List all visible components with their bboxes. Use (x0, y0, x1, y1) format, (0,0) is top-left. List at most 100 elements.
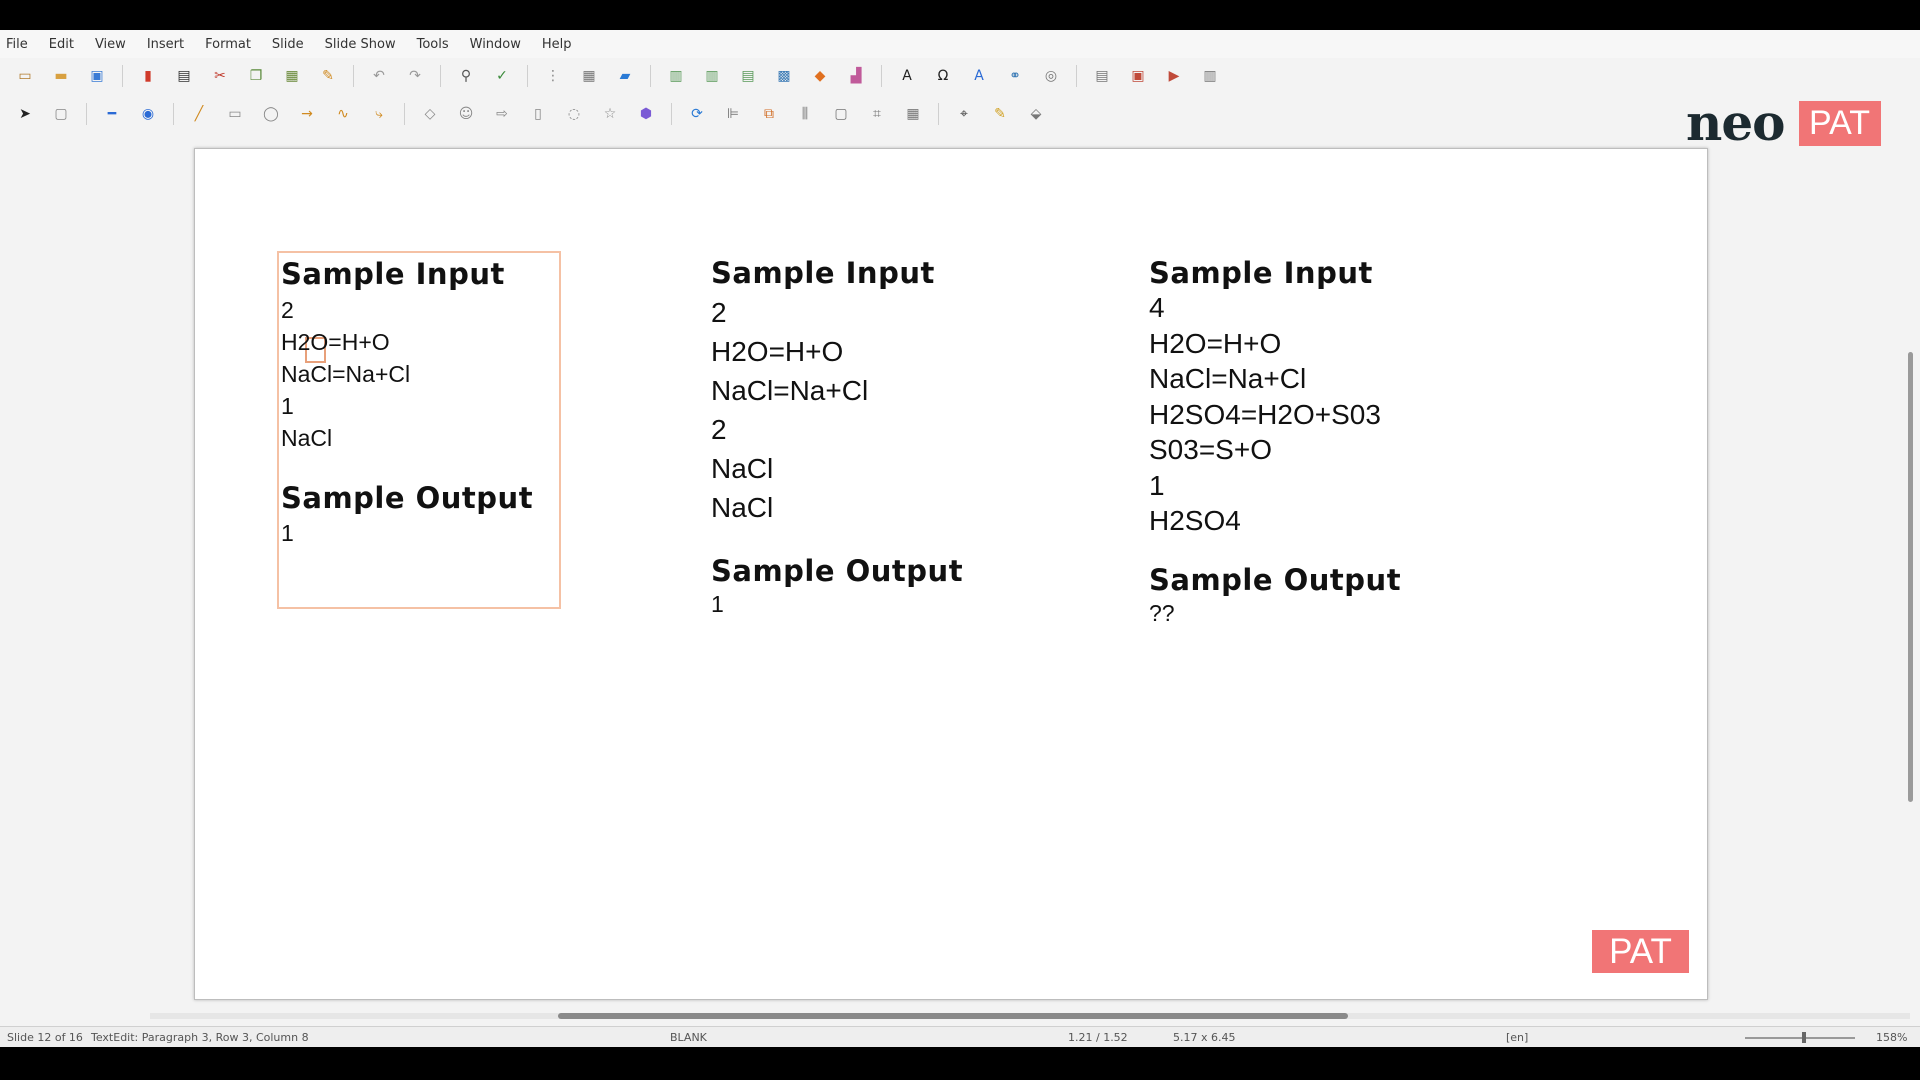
fontwork-text-icon[interactable]: A (896, 65, 918, 87)
find-replace-icon[interactable]: ⚲ (455, 65, 477, 87)
zoom-slider-knob[interactable] (1802, 1032, 1806, 1043)
status-language[interactable]: [en] (1506, 1031, 1528, 1044)
status-zoom[interactable]: 158% (1876, 1031, 1907, 1044)
shadow-icon[interactable]: ▢ (830, 103, 852, 125)
input-line: NaCl=Na+Cl (1149, 363, 1307, 394)
standard-toolbar: ▭ ▬ ▣ ▮ ▤ ✂ ❐ ▦ ✎ ↶ ↷ ⚲ ✓ ⋮ ▦ ▰ ▥ ▥ ▤ ▩ ◆ ▟ A Ω A ⚭ ◎ ▤ ▣ ▶ ▥ (0, 58, 1920, 94)
rectangle-icon[interactable]: ▭ (224, 103, 246, 125)
menu-insert[interactable]: Insert (147, 37, 184, 52)
table-icon[interactable]: ▦ (578, 65, 600, 87)
undo-icon[interactable]: ↶ (368, 65, 390, 87)
menu-tools[interactable]: Tools (417, 37, 449, 52)
new-slide-icon[interactable]: ▥ (665, 65, 687, 87)
menu-slide[interactable]: Slide (272, 37, 304, 52)
toggle-extrusion-icon[interactable]: ⬙ (1025, 103, 1047, 125)
zoom-icon[interactable]: ▢ (50, 103, 72, 125)
align-icon[interactable]: ⊫ (722, 103, 744, 125)
connector-icon[interactable]: ⤷ (368, 103, 390, 125)
status-position: 1.21 / 1.52 (1068, 1031, 1128, 1044)
shapes-icon[interactable]: ◆ (809, 65, 831, 87)
toolbar-separator (650, 65, 651, 87)
paste-icon[interactable]: ▦ (281, 65, 303, 87)
vertical-scrollbar[interactable] (1908, 352, 1913, 802)
menu-help[interactable]: Help (542, 37, 572, 52)
spellcheck-icon[interactable]: ✓ (491, 65, 513, 87)
line-color-icon[interactable]: ━ (101, 103, 123, 125)
3d-objects-icon[interactable]: ⬢ (635, 103, 657, 125)
master-slide-icon[interactable]: ▣ (1127, 65, 1149, 87)
redo-icon[interactable]: ↷ (404, 65, 426, 87)
open-icon[interactable]: ▬ (50, 65, 72, 87)
sample-column-3[interactable]: Sample Input 4 H2O=H+O NaCl=Na+Cl H2SO4=… (1149, 256, 1401, 629)
draw-functions-icon[interactable]: ◎ (1040, 65, 1062, 87)
duplicate-slide-icon[interactable]: ▥ (701, 65, 723, 87)
stars-icon[interactable]: ☆ (599, 103, 621, 125)
flowchart-icon[interactable]: ▯ (527, 103, 549, 125)
filter-icon[interactable]: ▦ (902, 103, 924, 125)
cut-icon[interactable]: ✂ (209, 65, 231, 87)
input-line: NaCl (711, 492, 774, 523)
print-icon[interactable]: ▤ (173, 65, 195, 87)
save-icon[interactable]: ▣ (86, 65, 108, 87)
clone-formatting-icon[interactable]: ✎ (317, 65, 339, 87)
menu-edit[interactable]: Edit (49, 37, 74, 52)
pat-watermark: PAT (1592, 930, 1689, 973)
glue-points-icon[interactable]: ✎ (989, 103, 1011, 125)
line-icon[interactable]: ╱ (188, 103, 210, 125)
sidebar-icon[interactable]: ▥ (1199, 65, 1221, 87)
fontwork-icon[interactable]: A (968, 65, 990, 87)
callouts-icon[interactable]: ◌ (563, 103, 585, 125)
menu-file[interactable]: File (6, 37, 28, 52)
grid-icon[interactable]: ⋮ (542, 65, 564, 87)
horizontal-scrollbar[interactable] (558, 1013, 1348, 1019)
zoom-slider[interactable] (1745, 1037, 1855, 1039)
input-line: NaCl (711, 453, 774, 484)
slide-layout-icon[interactable]: ▤ (737, 65, 759, 87)
rotate-icon[interactable]: ⟳ (686, 103, 708, 125)
copy-icon[interactable]: ❐ (245, 65, 267, 87)
sample-column-2[interactable]: Sample Input 2 H2O=H+O NaCl=Na+Cl 2 NaCl… (711, 256, 963, 620)
select-icon[interactable]: ➤ (14, 103, 36, 125)
menu-window[interactable]: Window (470, 37, 521, 52)
status-bar: Slide 12 of 16 TextEdit: Paragraph 3, Ro… (0, 1026, 1920, 1047)
output-line: 1 (281, 520, 294, 546)
sample-input-heading: Sample Input (1149, 256, 1373, 290)
ellipse-icon[interactable]: ◯ (260, 103, 282, 125)
display-views-icon[interactable]: ▤ (1091, 65, 1113, 87)
fill-color-icon[interactable]: ◉ (137, 103, 159, 125)
status-layout-name[interactable]: BLANK (670, 1031, 707, 1044)
input-line: NaCl=Na+Cl (711, 375, 869, 406)
hyperlink-icon[interactable]: ⚭ (1004, 65, 1026, 87)
basic-shapes-icon[interactable]: ◇ (419, 103, 441, 125)
toolbar-separator (527, 65, 528, 87)
special-character-icon[interactable]: Ω (932, 65, 954, 87)
image-icon[interactable]: ▰ (614, 65, 636, 87)
output-line: ?? (1149, 599, 1175, 626)
menu-slide-show[interactable]: Slide Show (325, 37, 396, 52)
symbol-shapes-icon[interactable]: ☺ (455, 103, 477, 125)
slide-show-icon[interactable]: ▶ (1163, 65, 1185, 87)
input-line: H2O=H+O (711, 336, 844, 367)
crop-icon[interactable]: ⌗ (866, 103, 888, 125)
slide-canvas[interactable]: Sample Input 2 H2O=H+O NaCl=Na+Cl 1 NaCl… (194, 148, 1708, 1000)
menu-format[interactable]: Format (205, 37, 251, 52)
points-icon[interactable]: ⌖ (953, 103, 975, 125)
curve-icon[interactable]: ∿ (332, 103, 354, 125)
status-slide-number: Slide 12 of 16 (7, 1031, 83, 1044)
arrow-icon[interactable]: → (296, 103, 318, 125)
media-icon[interactable]: ▩ (773, 65, 795, 87)
block-arrows-icon[interactable]: ⇨ (491, 103, 513, 125)
output-line: 1 (711, 591, 724, 617)
status-size: 5.17 x 6.45 (1173, 1031, 1236, 1044)
export-pdf-icon[interactable]: ▮ (137, 65, 159, 87)
chart-icon[interactable]: ▟ (845, 65, 867, 87)
menu-view[interactable]: View (95, 37, 126, 52)
neopat-logo: neo PAT (1686, 98, 1881, 148)
new-icon[interactable]: ▭ (14, 65, 36, 87)
toolbar-separator (938, 103, 939, 125)
sample-column-1[interactable]: Sample Input 2 H2O=H+O NaCl=Na+Cl 1 NaCl… (281, 257, 533, 549)
arrange-icon[interactable]: ⧉ (758, 103, 780, 125)
distribute-icon[interactable]: ⫼ (794, 103, 816, 125)
input-line: 2 (281, 297, 294, 323)
toolbar-separator (671, 103, 672, 125)
